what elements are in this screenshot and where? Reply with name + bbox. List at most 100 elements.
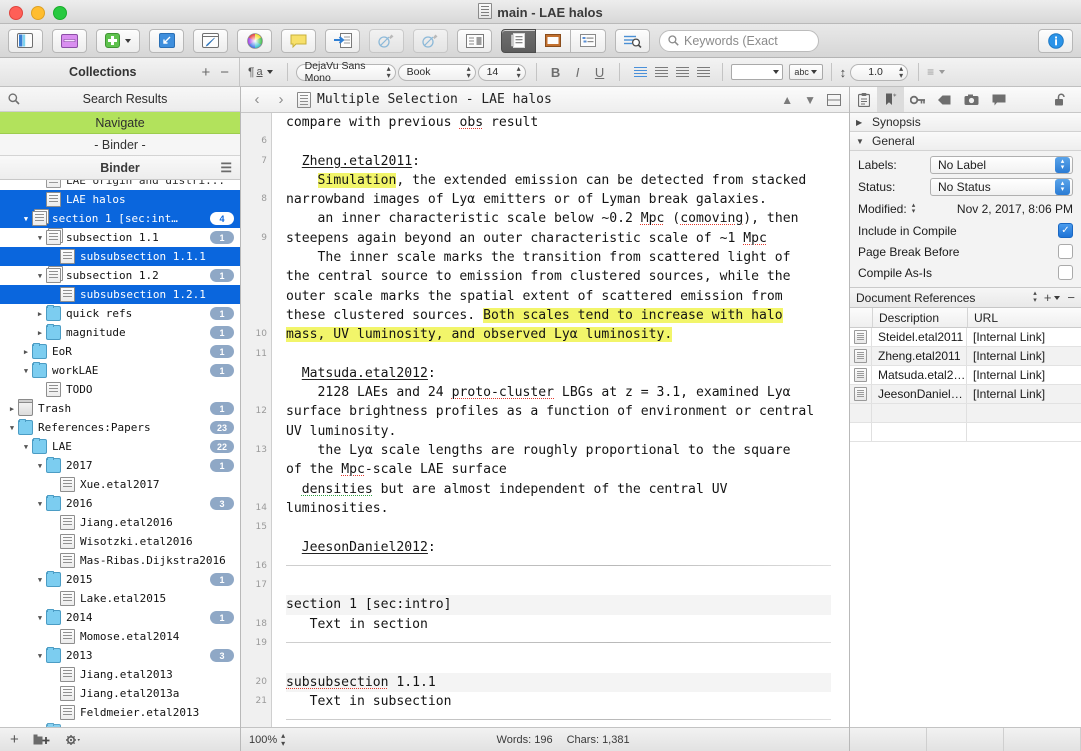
chevron-down-icon[interactable] [772, 70, 779, 74]
chevron-right-icon[interactable]: ▶ [20, 348, 32, 356]
collection-binder[interactable]: - Binder - [0, 134, 240, 156]
general-disclosure[interactable]: ▼ General [850, 132, 1081, 151]
binder-tree[interactable]: LAE origin and distri... LAE halos ▼ sectio… [0, 180, 240, 727]
align-center-button[interactable] [651, 65, 672, 79]
stepper-icon[interactable]: ▴ ▾ [1055, 157, 1070, 173]
collection-navigate[interactable]: Navigate [0, 112, 240, 134]
highlight-color-well[interactable]: abc [788, 64, 823, 80]
binder-row[interactable]: subsubsection 1.2.1 [0, 285, 240, 304]
compile-as-is-checkbox[interactable] [1058, 265, 1073, 280]
comment-button[interactable] [281, 28, 316, 53]
font-style-select[interactable]: Book ▴ ▾ [397, 63, 476, 81]
chevron-right-icon[interactable]: ▶ [34, 310, 46, 318]
eyedropper-button-1[interactable] [369, 28, 404, 53]
align-left-button[interactable] [630, 65, 651, 79]
list-button[interactable]: ≡ [927, 65, 934, 79]
include-in-compile-checkbox[interactable]: ✓ [1058, 223, 1073, 238]
zoom-control[interactable]: 100% ▴ ▾ [249, 732, 285, 747]
back-button[interactable]: ‹ [249, 91, 265, 108]
chevron-down-icon[interactable]: ▼ [34, 234, 46, 242]
edit-scrivenings-button[interactable] [193, 28, 228, 53]
chevron-down-icon[interactable] [125, 38, 131, 43]
stepper-icon[interactable]: ▴ ▾ [1055, 179, 1070, 195]
view-corkboard-button[interactable] [536, 28, 571, 53]
gear-icon[interactable] [65, 734, 80, 746]
synopsis-disclosure[interactable]: ▶ Synopsis [850, 113, 1081, 132]
previous-doc-icon[interactable]: ▲ [781, 93, 793, 107]
reference-row[interactable]: Steidel.etal2011 [Internal Link] [850, 328, 1081, 347]
binder-row[interactable]: ▼ 2016 3 [0, 494, 240, 513]
eyedropper-button-2[interactable] [413, 28, 448, 53]
chevron-right-icon[interactable]: ▶ [856, 118, 865, 127]
collections-toggle-button[interactable] [52, 28, 87, 53]
chevron-down-icon[interactable]: ▼ [34, 272, 46, 280]
stepper-icon[interactable]: ▴ ▾ [517, 64, 521, 79]
search-results-row[interactable]: Search Results [0, 87, 240, 112]
chevron-down-icon[interactable] [266, 70, 273, 74]
keywords-tab[interactable] [931, 87, 958, 112]
font-family-select[interactable]: DejaVu Sans Mono ▴ ▾ [295, 60, 396, 84]
stepper-icon[interactable]: ▴ ▾ [912, 202, 916, 216]
binder-row[interactable]: ▶ quick refs 1 [0, 304, 240, 323]
forward-button[interactable]: › [273, 91, 289, 108]
notes-tab[interactable] [850, 87, 877, 112]
underline-button[interactable]: U [589, 65, 611, 80]
keywords-search-field[interactable]: Keywords (Exact [659, 29, 819, 52]
editor-header-controls[interactable]: ▲ ▼ [781, 93, 841, 107]
binder-row[interactable]: ▼ References:Papers 23 [0, 418, 240, 437]
view-scrivenings-button[interactable] [501, 28, 536, 53]
binder-row[interactable]: subsubsection 1.1.1 [0, 247, 240, 266]
binder-row[interactable]: Jiang.etal2013a [0, 684, 240, 703]
add-folder-button[interactable] [33, 734, 51, 746]
metadata-tab[interactable] [904, 87, 931, 112]
chevron-down-icon[interactable]: ▼ [34, 500, 46, 508]
chevron-down-icon[interactable]: ▼ [34, 576, 46, 584]
bookmarks-tab[interactable]: * [877, 87, 904, 112]
binder-row[interactable]: LAE origin and distri... [0, 180, 240, 190]
chevron-right-icon[interactable]: ▶ [6, 405, 18, 413]
document-text[interactable]: compare with previous obs result Zheng.e… [272, 113, 849, 727]
binder-row[interactable]: Jiang.etal2013 [0, 665, 240, 684]
references-list[interactable]: Steidel.etal2011 [Internal Link] Zheng.eta… [850, 328, 1081, 442]
text-style-buttons[interactable]: B I U [545, 65, 611, 80]
reference-row[interactable]: Matsuda.etal2… [Internal Link] [850, 366, 1081, 385]
binder-row[interactable]: ▶ EoR 1 [0, 342, 240, 361]
add-document-button[interactable]: + [10, 731, 19, 748]
stepper-icon[interactable]: ▴ ▾ [387, 64, 391, 79]
text-color-well[interactable] [730, 64, 783, 80]
view-mode-group[interactable] [501, 28, 606, 53]
bold-button[interactable]: B [545, 65, 567, 80]
next-doc-icon[interactable]: ▼ [804, 93, 816, 107]
chevron-down-icon[interactable] [1054, 295, 1061, 300]
chevron-down-icon[interactable]: ▼ [20, 367, 32, 375]
import-research-button[interactable] [325, 28, 360, 53]
stepper-icon[interactable]: ▴ ▾ [1033, 290, 1037, 304]
remove-reference-button[interactable]: − [1067, 290, 1075, 305]
add-item-button[interactable] [96, 28, 140, 53]
binder-row[interactable]: ▼ subsection 1.2 1 [0, 266, 240, 285]
binder-row[interactable]: ▶ Trash 1 [0, 399, 240, 418]
binder-row[interactable]: Momose.etal2014 [0, 627, 240, 646]
binder-row[interactable]: Mas-Ribas.Dijkstra2016 [0, 551, 240, 570]
chevron-down-icon[interactable]: ▼ [6, 424, 18, 432]
binder-toggle-button[interactable] [8, 28, 43, 53]
alignment-buttons[interactable] [630, 65, 714, 79]
binder-row[interactable]: ▼ [0, 722, 240, 727]
binder-row[interactable]: TODO [0, 380, 240, 399]
page-break-before-checkbox[interactable] [1058, 244, 1073, 259]
labels-select[interactable]: No Label ▴ ▾ [930, 156, 1073, 174]
reference-row[interactable]: JeesonDaniel… [Internal Link] [850, 385, 1081, 404]
index-card-button[interactable] [457, 28, 492, 53]
chevron-down-icon[interactable]: ▼ [34, 462, 46, 470]
binder-row[interactable]: ▼ LAE 22 [0, 437, 240, 456]
chevron-down-icon[interactable] [810, 70, 817, 74]
chevron-down-icon[interactable]: ▼ [20, 215, 32, 223]
stepper-icon[interactable]: ▴ ▾ [899, 64, 903, 79]
align-justify-button[interactable] [693, 65, 714, 79]
paragraph-style-button[interactable]: ¶ a [248, 65, 273, 79]
binder-row[interactable]: LAE halos [0, 190, 240, 209]
italic-button[interactable]: I [567, 65, 589, 80]
snapshots-tab[interactable] [958, 87, 985, 112]
binder-row[interactable]: ▼ 2017 1 [0, 456, 240, 475]
include-in-compile-row[interactable]: Include in Compile ✓ [858, 220, 1073, 241]
